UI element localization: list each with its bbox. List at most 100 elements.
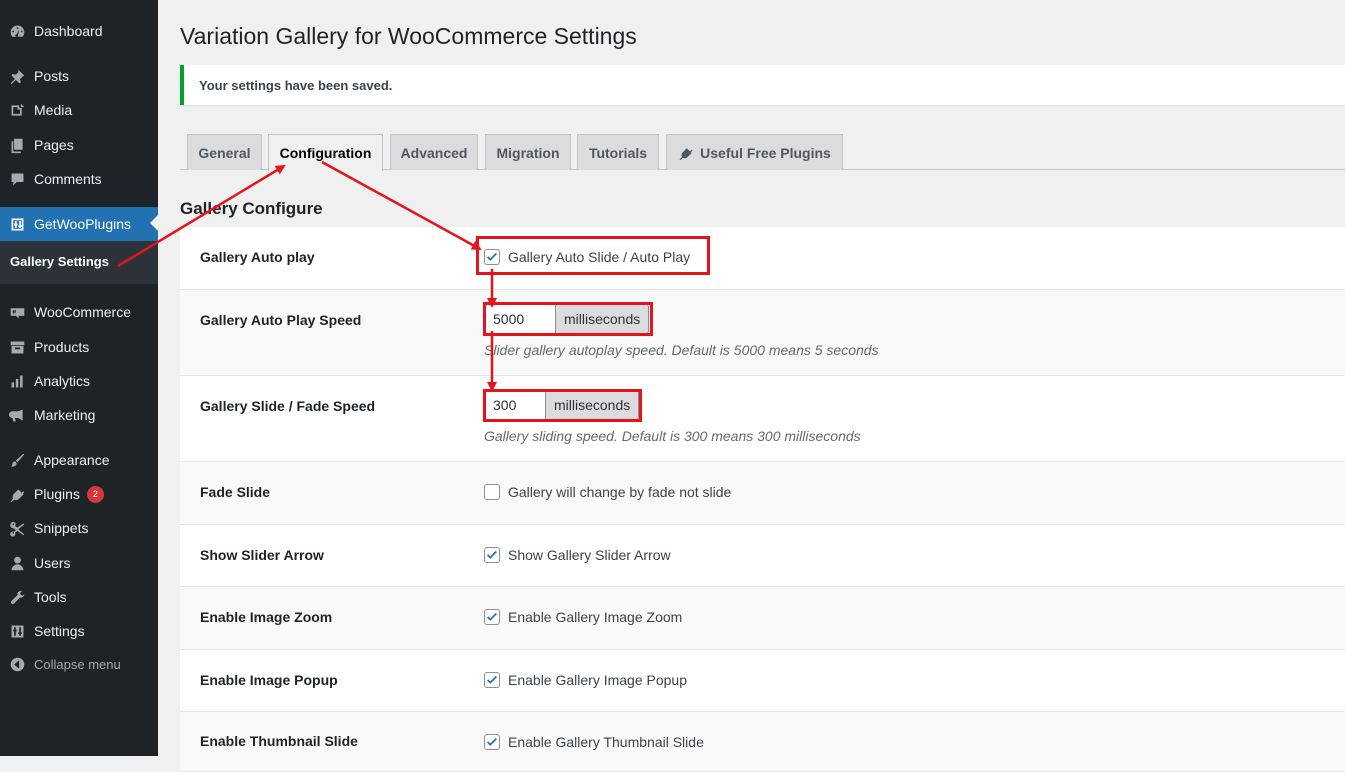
slide-speed-control: 300 milliseconds: [484, 390, 640, 420]
setting-label: Enable Image Popup: [200, 672, 338, 688]
auto-play-control: Gallery Auto Slide / Auto Play: [484, 249, 690, 265]
sidebar-item-marketing[interactable]: Marketing: [0, 398, 158, 432]
woo-icon: [0, 302, 34, 322]
plugin-update-count-badge: 2: [86, 485, 104, 503]
sidebar-item-label: Settings: [34, 623, 85, 639]
field-description: Slider gallery autoplay speed. Default i…: [484, 342, 879, 358]
main-content: Variation Gallery for WooCommerce Settin…: [158, 0, 1345, 772]
sidebar-item-snippets[interactable]: Snippets: [0, 511, 158, 545]
archive-icon: [0, 337, 34, 357]
setting-label: Enable Thumbnail Slide: [200, 733, 358, 749]
megaphone-icon: [0, 405, 34, 425]
sidebar-item-getwooplugins[interactable]: GetWooPlugins: [0, 207, 158, 241]
sidebar-item-posts[interactable]: Posts: [0, 59, 158, 93]
section-title: Gallery Configure: [180, 199, 323, 218]
dashboard-icon: [0, 21, 34, 41]
sidebar-item-products[interactable]: Products: [0, 330, 158, 364]
auto-play-speed-control: 5000 milliseconds: [484, 304, 650, 334]
sidebar-item-settings[interactable]: Settings: [0, 614, 158, 648]
setting-row-slide-speed: Gallery Slide / Fade Speed 300 milliseco…: [180, 376, 1345, 462]
comment-icon: [0, 169, 34, 189]
thumbnail-slide-control: Enable Gallery Thumbnail Slide: [484, 734, 704, 750]
number-input-group: 5000 milliseconds: [484, 304, 650, 334]
settings-form-table: Gallery Auto play Gallery Auto Slide / A…: [180, 227, 1345, 772]
sidebar-item-label: Users: [34, 555, 71, 571]
sidebar-item-label: Marketing: [34, 407, 96, 423]
tab-label: Useful Free Plugins: [700, 144, 831, 161]
sidebar-item-analytics[interactable]: Analytics: [0, 364, 158, 398]
image-zoom-checkbox[interactable]: [484, 609, 500, 625]
slider-arrow-checkbox[interactable]: [484, 547, 500, 563]
number-input-group: 300 milliseconds: [484, 390, 640, 420]
tab-advanced[interactable]: Advanced: [390, 134, 478, 170]
setting-label: Fade Slide: [200, 484, 271, 500]
sidebar-item-users[interactable]: Users: [0, 546, 158, 580]
tab-tutorials[interactable]: Tutorials: [577, 134, 659, 170]
thumbnail-slide-checkbox[interactable]: [484, 734, 500, 750]
setting-label: Enable Image Zoom: [200, 609, 333, 625]
sidebar-item-label: Appearance: [34, 452, 110, 468]
image-popup-checkbox[interactable]: [484, 672, 500, 688]
sidebar-item-label: Collapse menu: [34, 656, 121, 672]
tab-label: Tutorials: [588, 144, 648, 161]
auto-play-checkbox[interactable]: [484, 249, 500, 265]
plug-icon: [678, 145, 694, 161]
wrench-icon: [0, 587, 34, 607]
setting-row-fade-slide: Fade Slide Gallery will change by fade n…: [180, 462, 1345, 525]
sidebar-item-label: Tools: [34, 589, 67, 605]
sidebar-item-label: GetWooPlugins: [34, 216, 132, 232]
sidebar-item-dashboard[interactable]: Dashboard: [0, 14, 158, 48]
pin-icon: [0, 66, 34, 86]
setting-row-slider-arrow: Show Slider Arrow Show Gallery Slider Ar…: [180, 525, 1345, 587]
notice-text: Your settings have been saved.: [199, 77, 393, 93]
slide-speed-input[interactable]: 300: [484, 390, 545, 420]
auto-play-speed-input[interactable]: 5000: [484, 304, 555, 334]
sidebar-item-label: Comments: [34, 171, 102, 187]
tab-label: Migration: [496, 144, 560, 161]
plug-icon: [0, 484, 34, 504]
setting-row-image-zoom: Enable Image Zoom Enable Gallery Image Z…: [180, 587, 1345, 650]
success-notice: Your settings have been saved.: [180, 65, 1345, 105]
sidebar-item-label: Analytics: [34, 373, 91, 389]
user-icon: [0, 553, 34, 573]
sidebar-item-label: Dashboard: [34, 23, 103, 39]
tab-migration[interactable]: Migration: [485, 134, 571, 170]
sidebar-item-media[interactable]: Media: [0, 93, 158, 127]
checkbox-label: Enable Gallery Thumbnail Slide: [508, 734, 704, 750]
sidebar-item-tools[interactable]: Tools: [0, 580, 158, 614]
collapse-icon: [0, 654, 34, 674]
tab-useful-free-plugins[interactable]: Useful Free Plugins: [666, 134, 843, 170]
page-title: Variation Gallery for WooCommerce Settin…: [180, 23, 637, 49]
setting-label: Gallery Auto play: [200, 249, 315, 265]
sidebar-item-plugins[interactable]: Plugins 2: [0, 477, 158, 511]
brush-icon: [0, 450, 34, 470]
tab-general[interactable]: General: [187, 134, 262, 170]
fade-slide-checkbox[interactable]: [484, 484, 500, 500]
sidebar-item-comments[interactable]: Comments: [0, 162, 158, 196]
tab-configuration[interactable]: Configuration: [268, 134, 383, 171]
sidebar-item-pages[interactable]: Pages: [0, 128, 158, 162]
sidebar-item-label: Products: [34, 339, 90, 355]
media-icon: [0, 100, 34, 120]
collapse-menu-button[interactable]: Collapse menu: [0, 647, 158, 681]
scissors-icon: [0, 518, 34, 538]
sidebar-item-label: Snippets: [34, 520, 89, 536]
sidebar-item-label: WooCommerce: [34, 304, 131, 320]
setting-label: Gallery Auto Play Speed: [200, 312, 362, 328]
sidebar-item-label: Posts: [34, 68, 70, 84]
setting-row-auto-play: Gallery Auto play Gallery Auto Slide / A…: [180, 227, 1345, 290]
image-zoom-control: Enable Gallery Image Zoom: [484, 609, 682, 625]
setting-row-image-popup: Enable Image Popup Enable Gallery Image …: [180, 650, 1345, 712]
sidebar-item-appearance[interactable]: Appearance: [0, 443, 158, 477]
sidebar-item-woocommerce[interactable]: WooCommerce: [0, 295, 158, 329]
checkbox-label: Show Gallery Slider Arrow: [508, 547, 671, 563]
plugin-settings-icon: [0, 214, 34, 234]
sidebar-item-label: Plugins: [34, 486, 80, 502]
checkbox-label: Enable Gallery Image Zoom: [508, 609, 683, 625]
sidebar-submenu: Gallery Settings: [0, 241, 158, 284]
submenu-item-gallery-settings[interactable]: Gallery Settings: [10, 254, 109, 269]
settings-tabs: General Configuration Advanced Migration…: [180, 134, 1345, 171]
checkbox-label: Gallery Auto Slide / Auto Play: [508, 249, 691, 265]
checkbox-label: Enable Gallery Image Popup: [508, 672, 687, 688]
image-popup-control: Enable Gallery Image Popup: [484, 672, 687, 688]
